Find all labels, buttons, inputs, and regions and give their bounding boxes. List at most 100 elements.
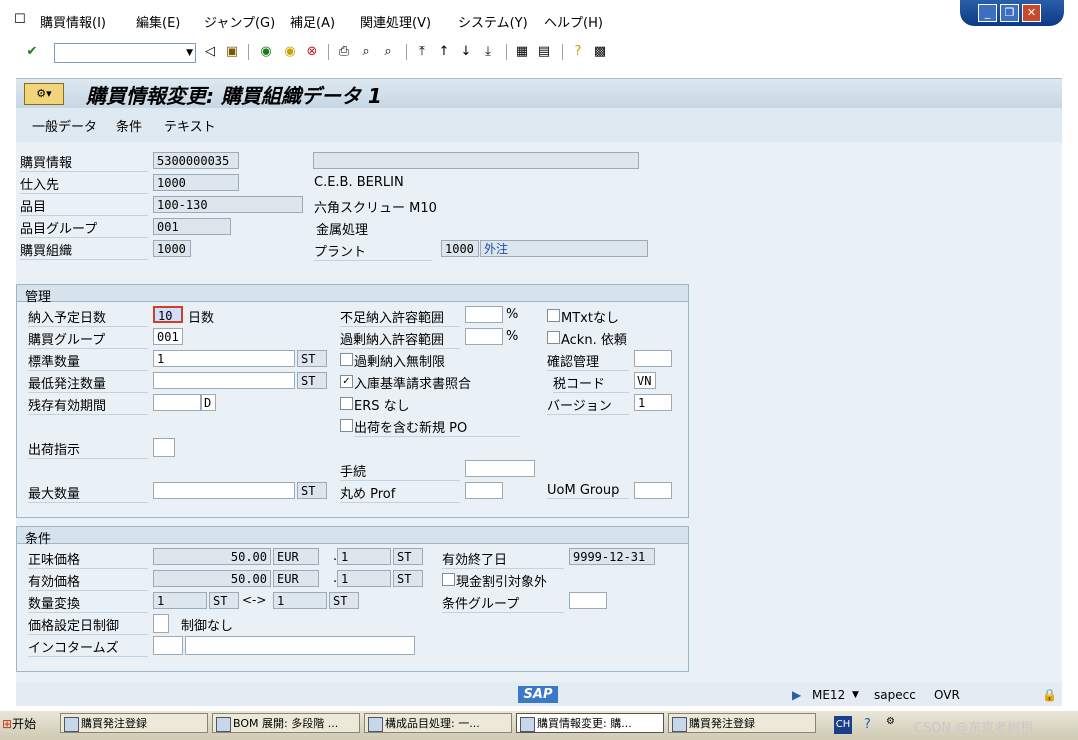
find-next-icon[interactable]: ⌕ [380, 44, 396, 60]
overdelivery-pct: % [506, 329, 519, 344]
task-bom-explosion[interactable]: BOM 展開: 多段階 ... [212, 713, 360, 733]
window-icon [216, 717, 231, 732]
enter-icon[interactable]: ✔ [24, 44, 40, 60]
gr-based-iv-label: 入庫基準請求書照合 [354, 377, 472, 392]
plant-field: 1000 [441, 240, 479, 257]
task-po-create-1[interactable]: 購買発注登録 [60, 713, 208, 733]
material-label: 品目 [20, 196, 148, 216]
shelf-life-unit[interactable]: D [201, 394, 216, 411]
menu-icon[interactable]: ☐ [14, 12, 26, 27]
settings-tray-icon[interactable]: ⚙ [886, 716, 895, 727]
help-icon[interactable]: ? [570, 44, 586, 60]
standard-qty-label: 標準数量 [28, 351, 148, 371]
last-page-icon[interactable]: ⤓ [480, 44, 496, 60]
uom-group-field[interactable] [634, 482, 672, 499]
qty-conversion-arrow: <-> [242, 593, 267, 607]
new-po-checkbox[interactable] [340, 419, 353, 432]
material-field: 100-130 [153, 196, 303, 213]
exit-icon[interactable]: ◉ [282, 44, 298, 60]
incoterms-text-field[interactable] [185, 636, 415, 655]
task-info-record-change[interactable]: 購買情報変更: 購... [516, 713, 664, 733]
no-cash-discount-label: 現金割引対象外 [456, 575, 548, 590]
rounding-profile-field[interactable] [465, 482, 503, 499]
no-cash-discount-checkbox[interactable] [442, 573, 455, 586]
shortcut-icon[interactable]: ▤ [536, 44, 552, 60]
management-group-header: 管理 [17, 285, 688, 305]
help-tray-icon[interactable]: ? [864, 717, 871, 732]
overdelivery-field[interactable] [465, 328, 503, 345]
chevron-down-icon[interactable]: ▼ [186, 48, 193, 58]
no-ers-checkbox[interactable] [340, 397, 353, 410]
page-title: 購買情報変更: 購買組織データ 1 [86, 84, 382, 108]
unlimited-checkbox[interactable] [340, 353, 353, 366]
gr-based-iv-checkbox[interactable]: ✓ [340, 375, 353, 388]
first-page-icon[interactable]: ⤒ [414, 44, 430, 60]
incoterms-label: インコタームズ [28, 637, 148, 657]
restore-button[interactable]: ❐ [1000, 4, 1019, 22]
cancel-icon[interactable]: ⊗ [304, 44, 320, 60]
material-group-label: 品目グループ [20, 218, 148, 238]
standard-qty-field[interactable]: 1 [153, 350, 295, 367]
close-button[interactable]: ✕ [1022, 4, 1041, 22]
underdelivery-field[interactable] [465, 306, 503, 323]
conditions-button[interactable]: 条件 [116, 116, 142, 135]
menu-info-record[interactable]: 購買情報(I) [40, 12, 106, 31]
version-label: バージョン [547, 395, 629, 415]
qty-conversion-to-unit: ST [329, 592, 359, 609]
command-field[interactable]: ▼ [54, 43, 196, 63]
material-group-field: 001 [153, 218, 231, 235]
texts-button[interactable]: テキスト [164, 116, 216, 135]
menu-system[interactable]: システム(Y) [458, 12, 528, 31]
effective-price-unit: ST [393, 570, 423, 587]
title-menu-icon[interactable]: ⚙▾ [24, 83, 64, 105]
sap-logo: SAP [518, 686, 558, 703]
no-mtext-checkbox[interactable] [547, 309, 560, 322]
task-component-processing[interactable]: 構成品目処理: 一... [364, 713, 512, 733]
conf-control-field[interactable] [634, 350, 672, 367]
general-data-button[interactable]: 一般データ [32, 116, 97, 135]
purch-org-label: 購買組織 [20, 240, 148, 260]
find-icon[interactable]: ⌕ [358, 44, 374, 60]
no-ers-label: ERS なし [354, 399, 410, 414]
layout-menu-icon[interactable]: ▩ [592, 44, 608, 60]
task-po-create-2[interactable]: 購買発注登録 [668, 713, 816, 733]
max-qty-field[interactable] [153, 482, 295, 499]
price-date-control-field[interactable] [153, 614, 169, 633]
window-icon [64, 717, 79, 732]
menu-environment[interactable]: 関連処理(V) [360, 12, 431, 31]
ackn-reqd-checkbox[interactable] [547, 331, 560, 344]
status-dropdown-icon[interactable]: ▼ [852, 690, 859, 700]
new-session-icon[interactable]: ▦ [514, 44, 530, 60]
menu-jump[interactable]: ジャンプ(G) [204, 12, 275, 31]
status-mode: OVR [934, 688, 960, 702]
previous-page-icon[interactable]: ↑ [436, 44, 452, 60]
procedure-field[interactable] [465, 460, 535, 477]
conf-control-label: 確認管理 [547, 351, 629, 371]
tax-code-field[interactable]: VN [634, 372, 656, 389]
shipping-instr-label: 出荷指示 [28, 439, 148, 459]
minimize-button[interactable]: _ [978, 4, 997, 22]
menu-extras[interactable]: 補足(A) [290, 12, 335, 31]
back-arrow-icon[interactable]: ◁ [202, 44, 218, 60]
shipping-instr-field[interactable] [153, 438, 175, 457]
condition-group-field[interactable] [569, 592, 607, 609]
effective-price-label: 有効価格 [28, 571, 148, 591]
info-record-desc-field [313, 152, 639, 169]
min-qty-field[interactable] [153, 372, 295, 389]
menu-edit[interactable]: 編集(E) [136, 12, 180, 31]
watermark: CSDN @东京老树根 [914, 721, 1034, 736]
version-field[interactable]: 1 [634, 394, 672, 411]
unlimited-label: 過剰納入無制限 [354, 355, 446, 370]
print-icon[interactable]: ⎙ [336, 44, 352, 60]
language-indicator[interactable]: CH [834, 716, 852, 734]
shelf-life-field[interactable] [153, 394, 201, 411]
planned-delivery-field[interactable]: 10 [153, 306, 183, 323]
purch-group-field[interactable]: 001 [153, 328, 183, 345]
back-icon[interactable]: ◉ [258, 44, 274, 60]
start-button[interactable]: ⊞开始 [2, 713, 50, 735]
menu-help[interactable]: ヘルプ(H) [544, 12, 603, 31]
status-expand-icon[interactable]: ▶ [792, 688, 801, 702]
incoterms-field[interactable] [153, 636, 183, 655]
save-icon[interactable]: ▣ [224, 44, 240, 60]
next-page-icon[interactable]: ↓ [458, 44, 474, 60]
